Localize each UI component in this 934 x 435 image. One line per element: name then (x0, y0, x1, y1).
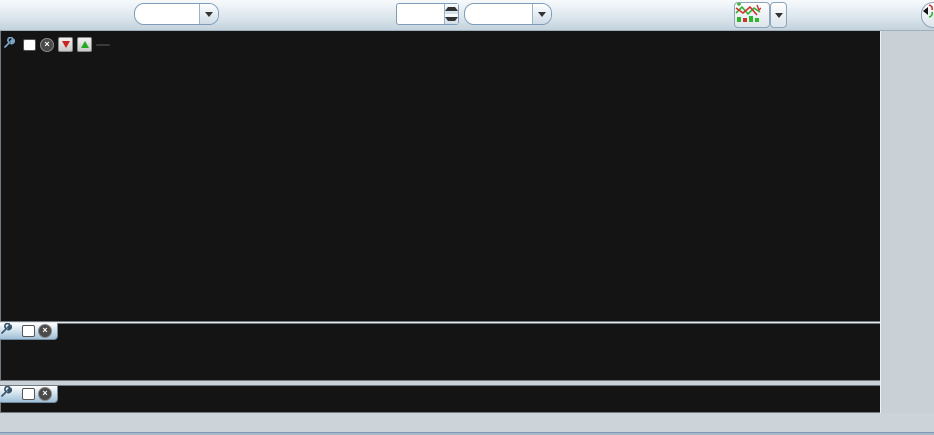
window-icon[interactable] (22, 388, 35, 400)
trading-window: × × × (0, 0, 934, 435)
chart-canvas[interactable] (0, 0, 934, 435)
chart-style-dropdown[interactable] (770, 2, 787, 28)
ticks-count-value (397, 4, 444, 24)
chevron-down-icon (774, 12, 783, 18)
ticks-count-stepper[interactable] (396, 3, 459, 25)
chevron-down-icon[interactable] (199, 4, 218, 24)
spinner-up-icon[interactable] (445, 4, 458, 14)
timeframe-select[interactable] (134, 3, 219, 25)
rsi-titlebar[interactable]: × (0, 323, 58, 340)
main-chart-titlebar[interactable]: × (3, 37, 110, 52)
wrench-icon[interactable] (1, 323, 19, 337)
toolbar (0, 0, 934, 31)
window-icon[interactable] (23, 38, 36, 51)
wrench-icon[interactable] (1, 386, 19, 400)
arrow-up-icon (80, 41, 89, 48)
wrench-icon[interactable] (4, 37, 19, 51)
day-high-low-info (96, 43, 110, 46)
chart-style-icon (735, 3, 765, 25)
close-icon[interactable]: × (38, 324, 52, 338)
move-up-button[interactable] (77, 37, 92, 52)
scroll-to-latest-button[interactable] (921, 2, 934, 28)
chevron-down-icon[interactable] (532, 4, 551, 24)
close-icon[interactable]: × (40, 37, 54, 52)
stoch-titlebar[interactable]: × (0, 386, 58, 403)
move-down-button[interactable] (58, 37, 73, 52)
close-icon[interactable]: × (38, 387, 52, 401)
chart-style-button[interactable] (734, 2, 770, 28)
ticks-unit-select[interactable] (464, 3, 552, 25)
scroll-right-icon (923, 4, 934, 21)
arrow-down-icon (61, 41, 70, 48)
spinner-down-icon[interactable] (445, 14, 458, 24)
window-icon[interactable] (22, 325, 35, 337)
